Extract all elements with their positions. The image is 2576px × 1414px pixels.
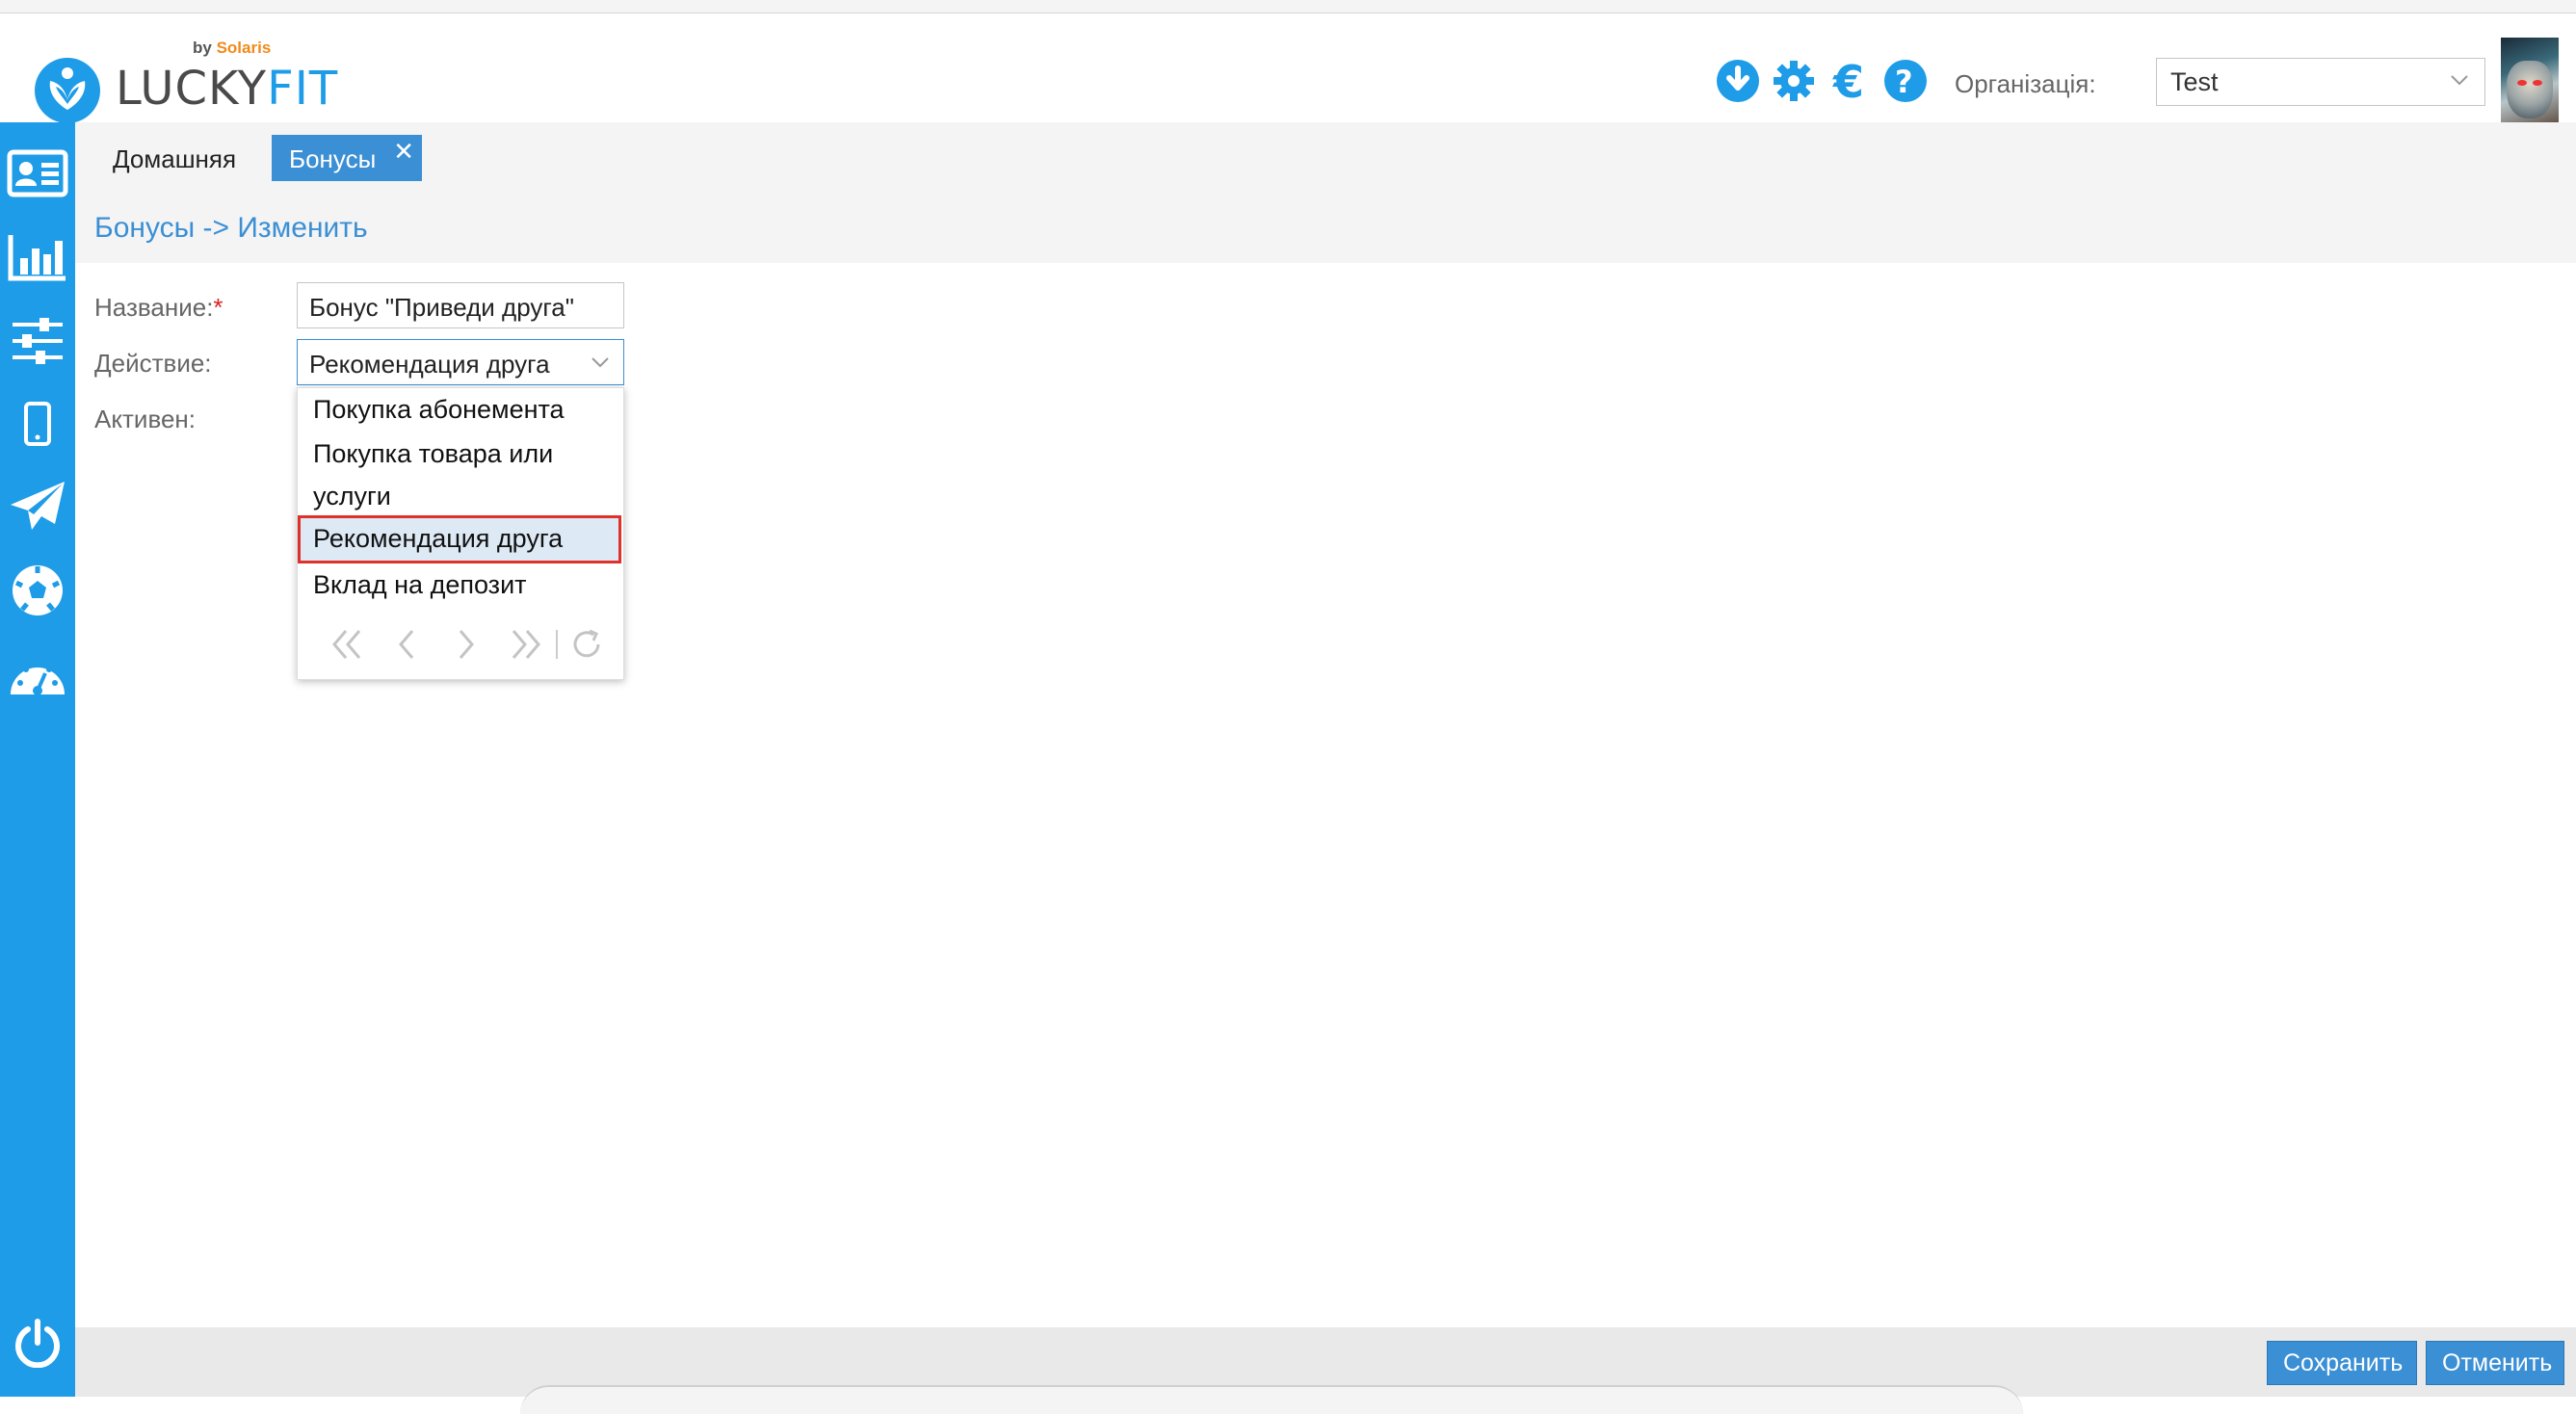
required-mark: * — [213, 293, 223, 322]
sidebar-item-clients[interactable] — [0, 132, 75, 215]
avatar[interactable] — [2501, 38, 2559, 126]
logo-icon — [35, 58, 100, 123]
last-page-icon[interactable] — [496, 625, 556, 664]
tab-bonuses[interactable]: Бонусы ✕ — [272, 135, 422, 181]
option-friend-referral[interactable]: Рекомендация друга — [313, 517, 602, 560]
sliders-icon — [13, 318, 63, 364]
sidebar-item-messages[interactable] — [0, 465, 75, 548]
help-icon[interactable]: ? — [1882, 58, 1929, 104]
prev-page-icon[interactable] — [377, 625, 436, 664]
sidebar-item-settings[interactable] — [0, 300, 75, 382]
tab-home[interactable]: Домашняя — [113, 144, 236, 174]
window-top-border — [0, 0, 2576, 13]
organization-value: Test — [2170, 67, 2219, 96]
action-select[interactable]: Рекомендация друга — [297, 339, 624, 385]
first-page-icon[interactable] — [317, 625, 377, 664]
sidebar-item-reports[interactable] — [0, 216, 75, 299]
save-button[interactable]: Сохранить — [2267, 1341, 2417, 1385]
name-field[interactable]: Бонус "Приведи друга" — [297, 282, 624, 328]
organization-label: Організація: — [1955, 69, 2096, 98]
name-label: Название:* — [94, 293, 223, 322]
svg-text:?: ? — [1895, 64, 1913, 100]
bar-chart-icon — [8, 235, 66, 281]
chevron-down-icon — [591, 357, 609, 368]
active-label: Активен: — [94, 405, 197, 433]
option-product-purchase[interactable]: Покупка товара или услуги — [313, 434, 602, 515]
paper-plane-icon — [11, 482, 65, 530]
option-subscription-purchase[interactable]: Покупка абонемента — [313, 388, 602, 431]
sidebar-item-dashboard[interactable] — [0, 633, 75, 716]
option-deposit[interactable]: Вклад на депозит — [313, 563, 602, 606]
refresh-icon[interactable] — [567, 625, 606, 664]
header-icons: € ? — [1715, 56, 1938, 106]
dropdown-pager — [317, 625, 616, 664]
tab-bonuses-label: Бонусы — [289, 144, 377, 173]
euro-icon[interactable]: € — [1827, 58, 1873, 104]
download-icon[interactable] — [1715, 58, 1761, 104]
action-label: Действие: — [94, 349, 212, 378]
dashboard-gauge-icon — [11, 661, 65, 695]
bottom-dock-edge — [520, 1385, 2023, 1414]
logo-by-solaris: by Solaris — [193, 39, 272, 57]
pager-divider — [556, 630, 558, 659]
action-select-value: Рекомендация друга — [309, 350, 550, 379]
mobile-icon — [24, 402, 51, 446]
tab-bar-area — [75, 122, 2576, 263]
svg-text:€: € — [1832, 59, 1864, 103]
soccer-ball-icon — [13, 565, 63, 615]
contact-card-icon — [7, 149, 68, 197]
action-dropdown-list: Покупка абонемента Покупка товара или ус… — [297, 387, 624, 680]
cancel-button[interactable]: Отменить — [2426, 1341, 2564, 1385]
header: LUCKYFIT by Solaris € ? Організація: Tes… — [0, 13, 2576, 126]
breadcrumb: Бонусы -> Изменить — [94, 212, 368, 244]
organization-select[interactable]: Test — [2156, 58, 2485, 106]
sidebar-item-activities[interactable] — [0, 549, 75, 632]
next-page-icon[interactable] — [436, 625, 496, 664]
sidebar-item-mobile[interactable] — [0, 382, 75, 465]
power-icon — [15, 1319, 60, 1368]
app-logo[interactable]: LUCKYFIT by Solaris — [33, 39, 337, 129]
sidebar — [0, 122, 75, 1397]
gear-icon[interactable] — [1771, 58, 1817, 104]
close-icon[interactable]: ✕ — [393, 137, 414, 167]
logout-button[interactable] — [0, 1299, 75, 1386]
logo-wordmark: LUCKYFIT — [116, 62, 339, 116]
chevron-down-icon — [2451, 75, 2468, 86]
